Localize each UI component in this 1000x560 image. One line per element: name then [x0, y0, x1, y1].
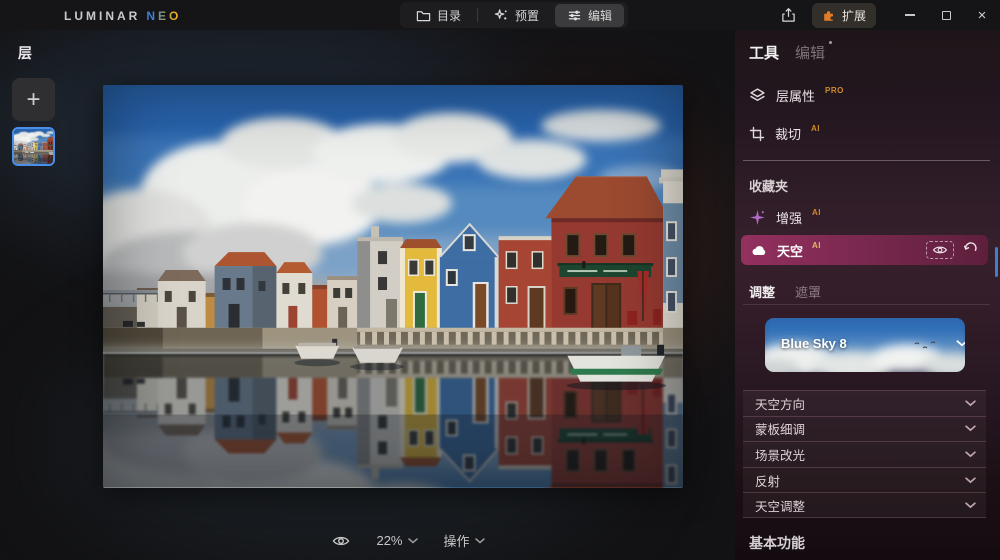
tab-edit[interactable]: 编辑: [555, 4, 624, 27]
sky-subtabs: 调整 遮罩: [749, 282, 821, 301]
sky-reset-button[interactable]: [963, 240, 978, 260]
tool-label: 天空: [777, 241, 803, 260]
tools-panel: 工具 编辑 层属性 PRO 裁切 AI 收藏夹 增强 AI 天空 AI: [735, 30, 1000, 560]
panel-tab-edits[interactable]: 编辑: [795, 42, 825, 63]
panel-scrollbar[interactable]: [995, 247, 998, 277]
sky-tab-adjust[interactable]: 调整: [749, 282, 775, 301]
logo-luminar: LUMINAR: [64, 9, 140, 23]
tool-enhance[interactable]: 增强 AI: [749, 208, 821, 227]
section-label: 反射: [755, 471, 780, 490]
titlebar: LUMINAR NEO 目录 预置 编辑 扩展: [0, 0, 1000, 30]
section-sky-orientation[interactable]: 天空方向: [743, 390, 986, 416]
share-button[interactable]: [772, 7, 806, 23]
panel-divider: [743, 304, 990, 305]
sparkles-icon: [494, 8, 509, 23]
section-label: 场景改光: [755, 445, 805, 464]
tool-label: 增强: [776, 208, 802, 227]
tool-crop[interactable]: 裁切 AI: [749, 124, 820, 143]
chevron-down-icon: [475, 538, 485, 544]
maximize-icon: [942, 11, 951, 20]
layer-thumbnail-image: [14, 129, 53, 164]
tab-presets[interactable]: 预置: [482, 4, 551, 27]
section-reflection[interactable]: 反射: [743, 467, 986, 493]
sky-visibility-button[interactable]: [926, 241, 954, 259]
ai-badge: AI: [812, 208, 821, 217]
panel-tab-tools[interactable]: 工具: [749, 42, 779, 63]
undo-icon: [963, 240, 978, 255]
sky-preset-selector[interactable]: Blue Sky 8: [765, 318, 965, 372]
extensions-button[interactable]: 扩展: [812, 3, 876, 28]
close-icon: ×: [978, 8, 987, 23]
pro-badge: PRO: [825, 86, 844, 95]
sky-preset-name: Blue Sky 8: [781, 336, 847, 351]
close-button[interactable]: ×: [964, 0, 1000, 30]
section-sky-adjust[interactable]: 天空调整: [743, 492, 986, 518]
puzzle-icon: [822, 8, 836, 22]
section-label: 天空方向: [755, 394, 805, 413]
crop-icon: [749, 126, 765, 142]
canvas-area: 层 +: [0, 30, 735, 560]
tab-separator: [477, 8, 478, 22]
layer-thumbnail[interactable]: [12, 127, 55, 166]
ai-badge: AI: [812, 241, 821, 250]
chevron-down-icon: [965, 400, 976, 407]
viewer-statusbar: 22% 操作: [0, 531, 735, 550]
chevron-down-icon: [965, 451, 976, 458]
chevron-down-icon: [408, 538, 418, 544]
extensions-label: 扩展: [842, 7, 866, 24]
eye-icon: [332, 534, 350, 548]
zoom-level-value: 22%: [376, 533, 402, 548]
maximize-button[interactable]: [928, 0, 964, 30]
luminar-neo-window: LUMINAR NEO 目录 预置 编辑 扩展: [0, 0, 1000, 560]
sparkle-icon: [749, 209, 766, 226]
section-label: 蒙板细调: [755, 419, 805, 438]
plus-icon: +: [26, 86, 40, 114]
minimize-button[interactable]: [892, 0, 928, 30]
section-label: 天空调整: [755, 496, 805, 515]
tool-layer-properties[interactable]: 层属性 PRO: [749, 86, 844, 105]
photo-viewport[interactable]: [103, 85, 683, 488]
app-logo: LUMINAR NEO: [64, 9, 181, 23]
chevron-down-icon: [956, 340, 965, 347]
tab-catalog[interactable]: 目录: [404, 4, 473, 27]
eye-icon: [932, 244, 948, 256]
panel-divider: [743, 160, 990, 161]
ai-badge: AI: [811, 124, 820, 133]
basic-tools-header: 基本功能: [749, 533, 805, 553]
titlebar-right: 扩展 ×: [772, 0, 1000, 30]
zoom-level-dropdown[interactable]: 22%: [376, 533, 417, 548]
chevron-down-icon: [965, 477, 976, 484]
layers-icon: [749, 87, 766, 104]
tool-label: 裁切: [775, 124, 801, 143]
chevron-down-icon: [965, 425, 976, 432]
edits-indicator-dot: [829, 41, 832, 44]
section-scene-relight[interactable]: 场景改光: [743, 441, 986, 467]
sliders-icon: [567, 8, 582, 23]
panel-header: 工具 编辑: [749, 42, 825, 63]
actions-label: 操作: [444, 531, 470, 550]
sky-sections: 天空方向 蒙板细调 场景改光 反射 天空调整: [743, 390, 986, 518]
tool-sky-active-row[interactable]: 天空 AI: [741, 235, 988, 265]
photo-canvas: [103, 85, 683, 488]
share-icon: [781, 7, 796, 23]
tab-edit-label: 编辑: [588, 7, 612, 24]
compare-eye-button[interactable]: [332, 534, 350, 548]
chevron-down-icon: [965, 502, 976, 509]
section-mask-refine[interactable]: 蒙板细调: [743, 416, 986, 442]
actions-dropdown[interactable]: 操作: [444, 531, 485, 550]
tab-presets-label: 预置: [515, 7, 539, 24]
cloud-icon: [751, 244, 768, 256]
logo-neo: NEO: [146, 9, 181, 23]
add-layer-button[interactable]: +: [12, 78, 55, 121]
view-switcher: 目录 预置 编辑: [400, 2, 628, 28]
favorites-header: 收藏夹: [749, 176, 788, 195]
layers-panel-title: 层: [18, 43, 32, 63]
sky-tab-mask[interactable]: 遮罩: [795, 282, 821, 301]
tab-catalog-label: 目录: [437, 7, 461, 24]
tool-label: 层属性: [776, 86, 815, 105]
panel-tab-edits-label: 编辑: [795, 45, 825, 62]
folder-icon: [416, 8, 431, 23]
minimize-icon: [905, 14, 915, 16]
